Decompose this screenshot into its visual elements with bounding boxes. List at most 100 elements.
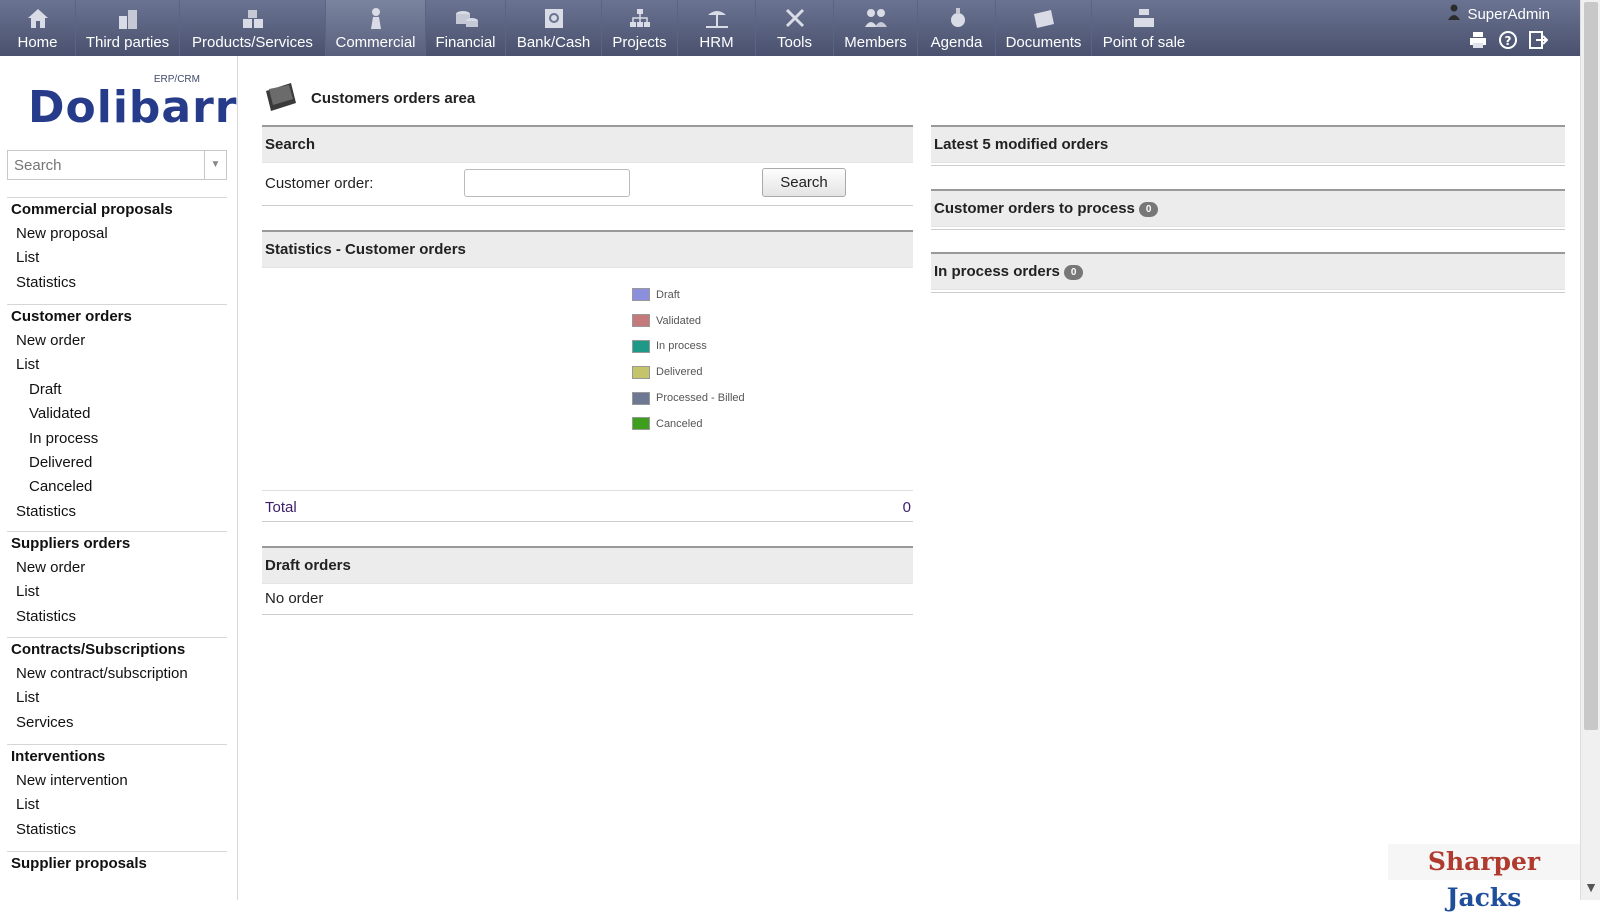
- topmenu-label: Home: [17, 34, 58, 51]
- topmenu-point-of-sale[interactable]: Point of sale: [1092, 0, 1196, 56]
- left-sidebar: ERP/CRM Dolibarr ▼ Commercial proposals …: [0, 56, 238, 900]
- page-header: Customers orders area: [263, 80, 475, 116]
- menu-item-canceled[interactable]: Canceled: [7, 475, 227, 499]
- menu-item-list[interactable]: List: [7, 793, 227, 817]
- commercial-icon: [326, 6, 425, 30]
- topmenu-products-services[interactable]: Products/Services: [180, 0, 326, 56]
- menu-section-title[interactable]: Commercial proposals: [7, 198, 227, 222]
- topmenu-label: Financial: [435, 34, 496, 51]
- buildings-icon: [76, 6, 179, 30]
- menu-section-title[interactable]: Contracts/Subscriptions: [7, 638, 227, 662]
- org-chart-icon: [602, 6, 677, 30]
- menu-section-interventions: Interventions New intervention List Stat…: [7, 744, 227, 842]
- menu-item-new-order[interactable]: New order: [7, 556, 227, 580]
- cash-register-icon: [1092, 6, 1196, 30]
- scrollbar-thumb[interactable]: [1584, 2, 1598, 730]
- legend-swatch: [632, 339, 650, 353]
- menu-item-statistics[interactable]: Statistics: [7, 818, 227, 842]
- statistics-panel: Statistics - Customer orders Draft Valid…: [262, 230, 913, 522]
- topmenu-documents[interactable]: Documents: [996, 0, 1092, 56]
- topmenu-agenda[interactable]: Agenda: [918, 0, 996, 56]
- user-box: SuperAdmin: [1447, 4, 1550, 24]
- menu-item-statistics[interactable]: Statistics: [7, 605, 227, 629]
- print-icon[interactable]: [1468, 30, 1488, 50]
- safe-icon: [506, 6, 601, 30]
- no-order-text: No order: [265, 590, 324, 607]
- menu-item-in-process[interactable]: In process: [7, 427, 227, 451]
- topmenu-hrm[interactable]: HRM: [678, 0, 756, 56]
- total-value: 0: [902, 499, 911, 516]
- boxes-icon: [180, 6, 325, 30]
- topmenu-label: Point of sale: [1102, 34, 1186, 51]
- draft-orders-title: Draft orders: [262, 548, 913, 584]
- watermark-part2: Jacks: [1446, 883, 1522, 912]
- legend-item: Validated: [632, 308, 745, 334]
- topmenu-label: Commercial: [335, 34, 416, 51]
- legend-item: Canceled: [632, 411, 745, 437]
- menu-item-new-proposal[interactable]: New proposal: [7, 222, 227, 246]
- topmenu-projects[interactable]: Projects: [602, 0, 678, 56]
- topmenu-bank-cash[interactable]: Bank/Cash: [506, 0, 602, 56]
- topmenu-label: Projects: [612, 34, 667, 51]
- topmenu-label: Members: [844, 34, 907, 51]
- menu-item-delivered[interactable]: Delivered: [7, 451, 227, 475]
- in-process-orders-title[interactable]: In process orders 0: [931, 254, 1565, 290]
- topmenu-label: Bank/Cash: [516, 34, 591, 51]
- user-icon: [1447, 4, 1461, 24]
- sidebar-search-input[interactable]: [8, 151, 204, 179]
- menu-item-statistics[interactable]: Statistics: [7, 500, 227, 524]
- topmenu-commercial[interactable]: Commercial: [326, 0, 426, 56]
- legend-item: Delivered: [632, 359, 745, 385]
- scroll-down-arrow-icon[interactable]: ▼: [1583, 880, 1599, 894]
- latest-orders-title: Latest 5 modified orders: [931, 127, 1565, 163]
- menu-item-list[interactable]: List: [7, 580, 227, 604]
- topmenu-label: HRM: [699, 34, 734, 51]
- watermark-logo: Sharper Jacks: [1388, 844, 1580, 912]
- menu-item-new-order[interactable]: New order: [7, 329, 227, 353]
- customer-order-input[interactable]: [464, 169, 630, 197]
- chevron-down-icon[interactable]: ▼: [204, 151, 226, 179]
- help-icon[interactable]: ?: [1498, 30, 1518, 50]
- members-icon: [834, 6, 917, 30]
- agenda-icon: [918, 6, 995, 30]
- statistics-total-row: Total 0: [262, 490, 913, 522]
- menu-item-list[interactable]: List: [7, 246, 227, 270]
- logout-icon[interactable]: [1528, 30, 1549, 50]
- legend-swatch: [632, 288, 650, 302]
- sidebar-search: ▼: [7, 150, 227, 180]
- menu-section-title[interactable]: Interventions: [7, 745, 227, 769]
- legend-item: Draft: [632, 282, 745, 308]
- menu-section-suppliers-orders: Suppliers orders New order List Statisti…: [7, 531, 227, 629]
- topmenu-label: Products/Services: [192, 34, 313, 51]
- menu-item-statistics[interactable]: Statistics: [7, 271, 227, 295]
- count-badge: 0: [1063, 264, 1084, 280]
- tools-icon: [756, 6, 833, 30]
- topmenu-third-parties[interactable]: Third parties: [76, 0, 180, 56]
- menu-item-services[interactable]: Services: [7, 711, 227, 735]
- username-link[interactable]: SuperAdmin: [1467, 6, 1550, 23]
- count-badge: 0: [1138, 201, 1159, 217]
- legend-swatch: [632, 365, 650, 379]
- menu-item-list[interactable]: List: [7, 686, 227, 710]
- menu-section-title[interactable]: Customer orders: [7, 305, 227, 329]
- menu-item-new-intervention[interactable]: New intervention: [7, 769, 227, 793]
- topmenu-financial[interactable]: Financial: [426, 0, 506, 56]
- menu-section-title[interactable]: Suppliers orders: [7, 532, 227, 556]
- topmenu-home[interactable]: Home: [0, 0, 76, 56]
- menu-item-draft[interactable]: Draft: [7, 378, 227, 402]
- topmenu-members[interactable]: Members: [834, 0, 918, 56]
- vertical-scrollbar[interactable]: ▼: [1580, 0, 1600, 900]
- customer-order-search-row: Customer order: Search: [262, 163, 913, 204]
- topmenu-tools[interactable]: Tools: [756, 0, 834, 56]
- folder-icon: [263, 79, 299, 118]
- dolibarr-logo[interactable]: ERP/CRM Dolibarr: [28, 74, 237, 134]
- menu-item-list[interactable]: List: [7, 353, 227, 377]
- page-title: Customers orders area: [311, 89, 476, 107]
- menu-section-title[interactable]: Supplier proposals: [7, 852, 227, 876]
- menu-section-contracts: Contracts/Subscriptions New contract/sub…: [7, 637, 227, 735]
- orders-to-process-title[interactable]: Customer orders to process 0: [931, 191, 1565, 227]
- menu-item-validated[interactable]: Validated: [7, 402, 227, 426]
- menu-item-new-contract[interactable]: New contract/subscription: [7, 662, 227, 686]
- search-button[interactable]: Search: [762, 168, 846, 197]
- statistics-panel-title: Statistics - Customer orders: [262, 232, 913, 268]
